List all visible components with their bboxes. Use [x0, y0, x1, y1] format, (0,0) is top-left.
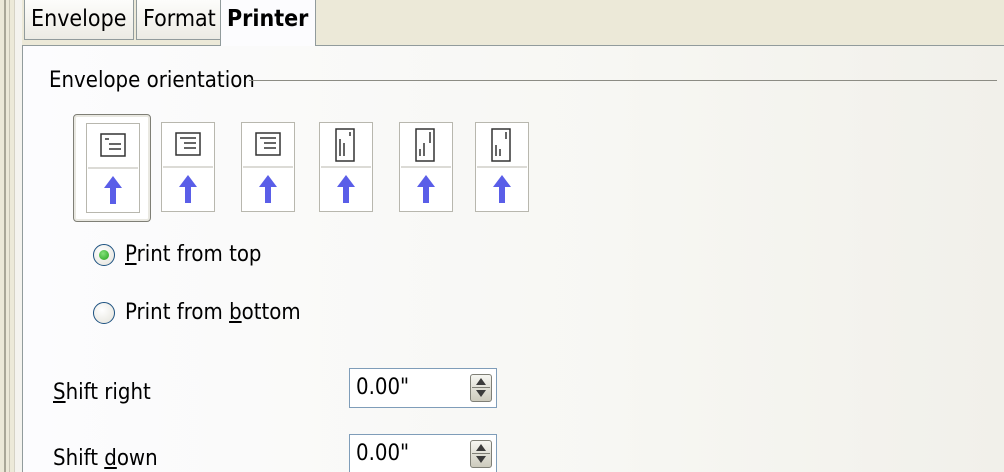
shift-right-spin-button[interactable] [470, 374, 492, 402]
print-from-bottom-label: Print from bottom [125, 300, 301, 325]
envelope-landscape-icon [243, 132, 293, 203]
envelope-portrait-icon [401, 128, 451, 203]
print-from-top-option[interactable]: Print from top [93, 242, 262, 267]
envelope-orientation-title: Envelope orientation [49, 68, 255, 93]
shift-right-value[interactable]: 0.00" [356, 375, 409, 400]
orientation-option-6[interactable] [475, 122, 529, 212]
print-from-top-radio[interactable] [93, 243, 115, 266]
envelope-portrait-icon [321, 128, 371, 203]
shift-down-value[interactable]: 0.00" [356, 441, 409, 466]
envelope-portrait-icon [477, 128, 527, 203]
tab-format[interactable]: Format [136, 0, 222, 40]
shift-down-label: Shift down [53, 446, 158, 471]
print-from-top-label: Print from top [125, 242, 262, 267]
print-from-bottom-option[interactable]: Print from bottom [93, 300, 301, 325]
group-separator [249, 80, 997, 81]
tab-envelope[interactable]: Envelope [24, 0, 134, 40]
envelope-landscape-icon [163, 132, 213, 203]
orientation-option-3[interactable] [241, 122, 295, 212]
print-from-bottom-radio[interactable] [93, 301, 115, 324]
printer-tab-panel: Envelope orientation Print from top Prin… [22, 46, 1004, 472]
shift-right-label: Shift right [53, 380, 151, 405]
orientation-option-1[interactable] [73, 114, 151, 222]
shift-right-field[interactable]: 0.00" [349, 368, 497, 408]
orientation-option-2[interactable] [161, 122, 215, 212]
tab-printer[interactable]: Printer [220, 0, 316, 46]
shift-down-spin-button[interactable] [470, 440, 492, 468]
window-left-border [0, 0, 15, 472]
envelope-landscape-icon [86, 123, 140, 213]
orientation-option-5[interactable] [399, 122, 453, 212]
orientation-option-4[interactable] [319, 122, 373, 212]
envelope-dialog: Envelope Format Printer Envelope orienta… [0, 0, 1004, 472]
shift-down-field[interactable]: 0.00" [349, 434, 497, 472]
